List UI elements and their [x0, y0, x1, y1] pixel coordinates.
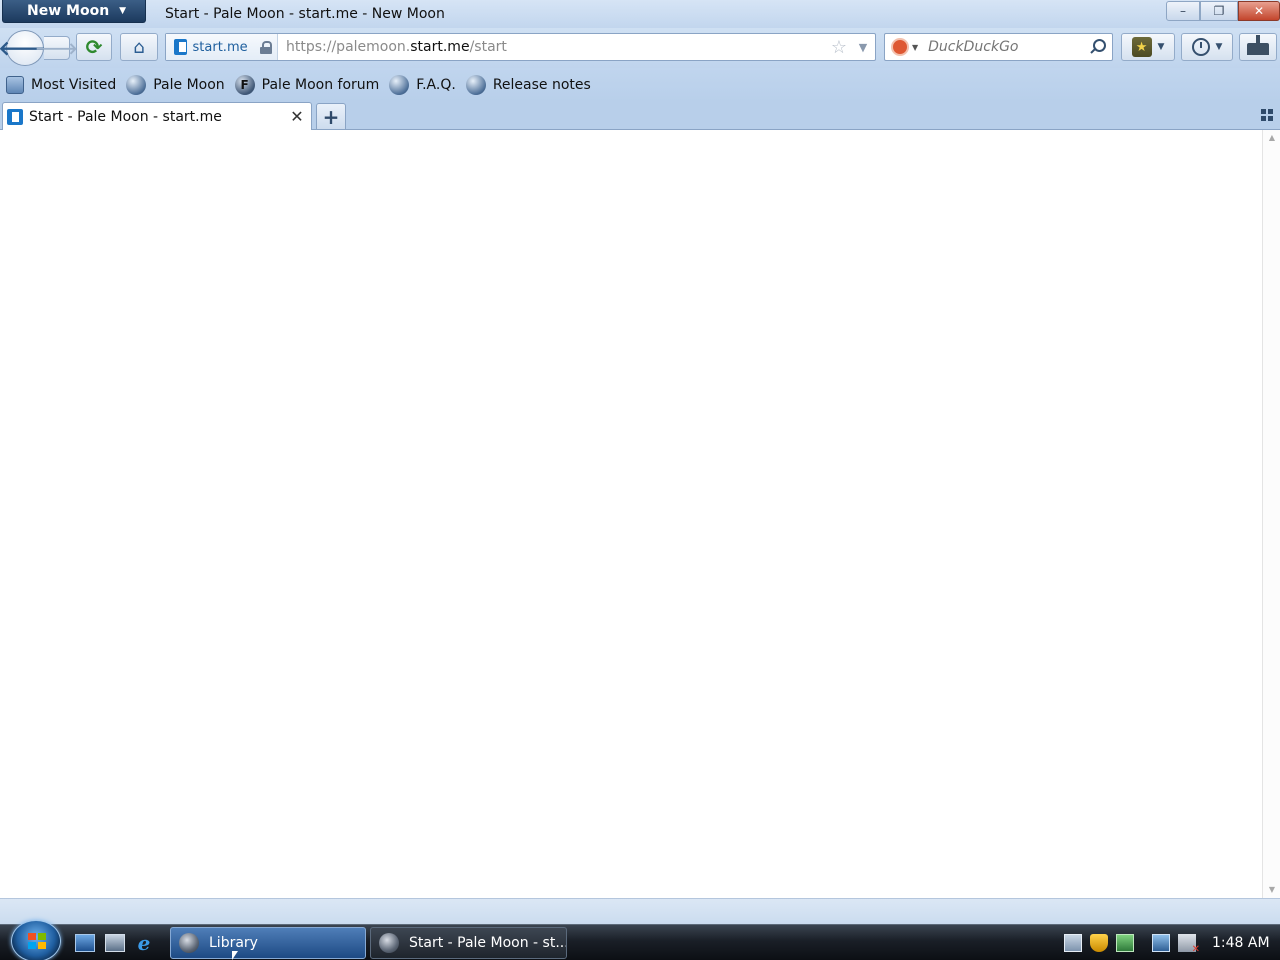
downloads-button[interactable]	[1239, 33, 1277, 61]
duckduckgo-icon[interactable]	[891, 38, 909, 56]
site-identity-label: start.me	[192, 39, 248, 55]
tab-start-pale-moon[interactable]: Start - Pale Moon - start.me ✕	[2, 102, 312, 130]
url-history-dropdown[interactable]: ▼	[851, 41, 875, 54]
page-content[interactable]	[0, 130, 1262, 898]
bookmark-label: Pale Moon	[153, 77, 225, 93]
downloads-icon	[1247, 35, 1269, 55]
start-button[interactable]	[11, 920, 61, 960]
chevron-down-icon[interactable]: ▼	[912, 43, 918, 52]
taskbar-button-label: Library	[209, 935, 258, 951]
internet-explorer-icon[interactable]: e	[134, 933, 154, 953]
system-tray: 1:48 AM	[1060, 925, 1280, 960]
chevron-down-icon: ▼	[119, 6, 127, 16]
search-icon[interactable]	[1090, 39, 1106, 55]
chevron-down-icon: ▼	[1157, 42, 1165, 52]
new-tab-button[interactable]: +	[316, 103, 346, 129]
reload-icon: ⟳	[85, 35, 103, 59]
bookmark-most-visited[interactable]: Most Visited	[6, 72, 118, 98]
taskbar: e Library Start - Pale Moon - st... 1:48…	[0, 920, 1280, 960]
search-input[interactable]	[928, 39, 1079, 55]
tab-strip: Start - Pale Moon - start.me ✕ +	[0, 102, 1280, 130]
pale-moon-icon	[379, 933, 399, 953]
arrow-right-icon: 🡒	[35, 39, 78, 58]
url-host: start.me	[410, 39, 470, 55]
pale-moon-icon	[179, 933, 199, 953]
plus-icon: +	[322, 104, 340, 129]
home-icon: ⌂	[133, 36, 145, 58]
bookmark-label: Most Visited	[31, 77, 117, 93]
most-visited-icon	[6, 76, 24, 94]
bookmark-label: Release notes	[492, 77, 591, 93]
site-favicon-icon	[174, 39, 187, 55]
forum-icon: F	[234, 75, 255, 95]
title-bar: New Moon ▼ Start - Pale Moon - start.me …	[0, 0, 1280, 28]
list-all-tabs-icon[interactable]	[1261, 109, 1273, 121]
window-title: Start - Pale Moon - start.me - New Moon	[165, 6, 445, 22]
maximize-button[interactable]: ❐	[1200, 1, 1238, 21]
restore-icon: ❐	[1213, 4, 1225, 18]
taskbar-button-pale-moon[interactable]: Start - Pale Moon - st...	[370, 927, 567, 959]
bookmark-release-notes[interactable]: Release notes	[465, 72, 593, 98]
bookmarks-toolbar: Most Visited Pale Moon F Pale Moon forum…	[0, 68, 1280, 102]
close-tab-icon[interactable]: ✕	[287, 107, 307, 126]
scroll-down-icon[interactable]: ▼	[1263, 882, 1280, 898]
clock-icon	[1191, 38, 1210, 56]
bookmark-label: Pale Moon forum	[261, 77, 380, 93]
search-bar: ▼	[884, 33, 1113, 61]
network-icon[interactable]	[1152, 934, 1170, 952]
bookmark-label: F.A.Q.	[416, 77, 456, 93]
chevron-down-icon: ▼	[1215, 42, 1223, 52]
bookmarks-star-icon: ★	[1131, 37, 1152, 57]
close-window-button[interactable]: ✕	[1238, 1, 1280, 21]
url-bar[interactable]: start.me https://palemoon.start.me/start…	[165, 33, 876, 61]
files-tray-icon[interactable]	[1064, 934, 1082, 952]
history-menu-button[interactable]: ▼	[1181, 33, 1233, 61]
switch-windows-icon[interactable]	[105, 934, 125, 952]
bookmark-faq[interactable]: F.A.Q.	[389, 72, 458, 98]
tab-label: Start - Pale Moon - start.me	[29, 108, 222, 125]
reload-button[interactable]: ⟳	[76, 33, 112, 61]
site-favicon-icon	[7, 108, 23, 125]
bookmark-pale-moon-forum[interactable]: F Pale Moon forum	[234, 72, 382, 98]
url-prefix: https://palemoon.	[286, 39, 411, 55]
monitor-tray-icon[interactable]	[1116, 934, 1134, 952]
lock-icon	[259, 40, 273, 54]
globe-icon	[465, 75, 486, 95]
home-button[interactable]: ⌂	[120, 33, 158, 61]
bookmark-star-icon[interactable]: ☆	[827, 37, 851, 58]
vertical-scrollbar[interactable]: ▲ ▼	[1262, 130, 1280, 898]
taskbar-button-label: Start - Pale Moon - st...	[409, 935, 567, 951]
url-path: /start	[469, 39, 507, 55]
bookmarks-menu-button[interactable]: ★ ▼	[1121, 33, 1175, 61]
navigation-toolbar: 🡐 🡒 ⟳ ⌂ start.me https://palemoon.start.…	[0, 28, 1280, 68]
app-menu-button[interactable]: New Moon ▼	[2, 0, 146, 23]
minimize-button[interactable]: –	[1166, 1, 1200, 21]
security-shield-icon[interactable]	[1090, 934, 1108, 952]
bookmark-pale-moon[interactable]: Pale Moon	[126, 72, 226, 98]
minimize-icon: –	[1180, 4, 1186, 18]
site-identity-button[interactable]: start.me	[166, 34, 278, 60]
globe-icon	[126, 75, 147, 95]
mouse-cursor-icon	[232, 951, 238, 960]
app-menu-label: New Moon	[27, 3, 110, 19]
volume-muted-icon[interactable]	[1178, 934, 1200, 955]
status-bar	[0, 898, 1280, 924]
url-input[interactable]: https://palemoon.start.me/start	[278, 39, 827, 55]
forward-button[interactable]: 🡒	[35, 36, 78, 60]
globe-icon	[389, 75, 410, 95]
show-desktop-icon[interactable]	[75, 934, 95, 952]
scroll-up-icon[interactable]: ▲	[1263, 130, 1280, 146]
taskbar-button-library[interactable]: Library	[170, 927, 366, 959]
close-icon: ✕	[1253, 4, 1265, 18]
system-clock[interactable]: 1:48 AM	[1212, 935, 1270, 951]
